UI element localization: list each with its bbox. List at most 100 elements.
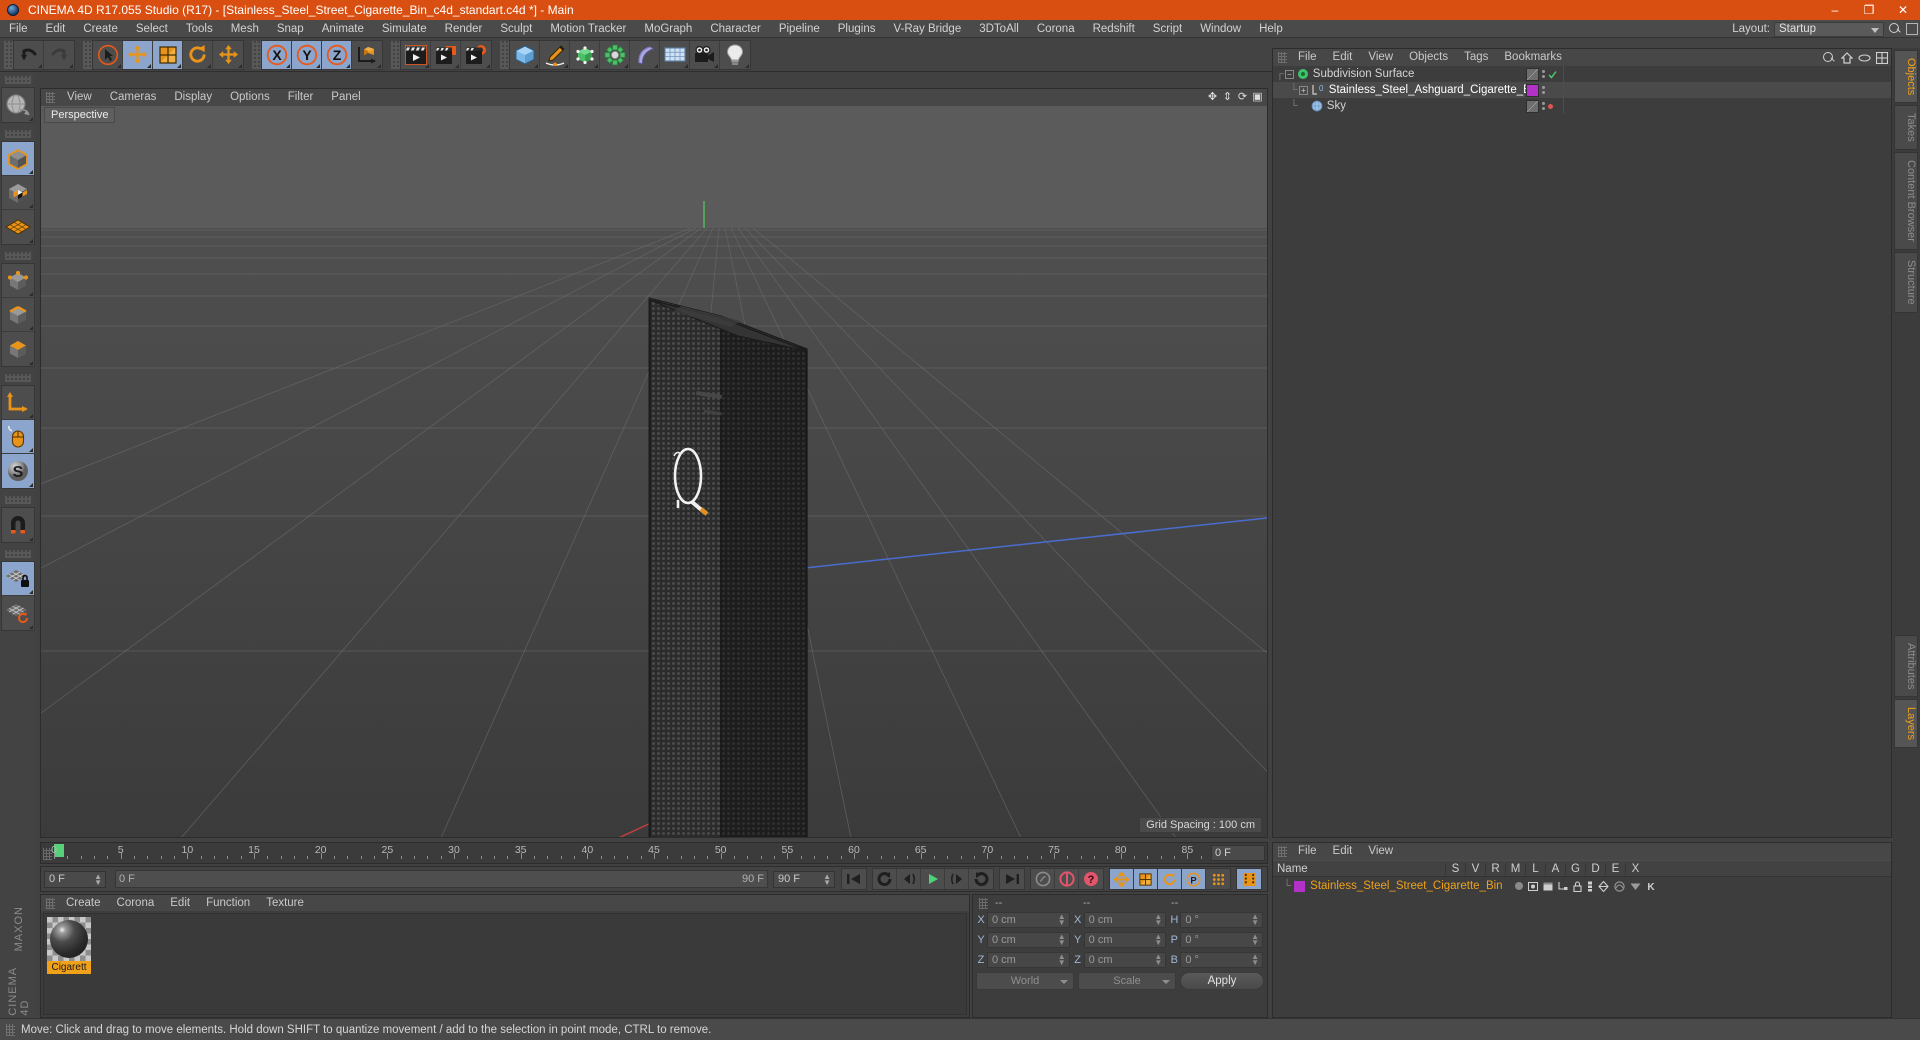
mm-menu-texture[interactable]: Texture [258,895,312,911]
menu-corona[interactable]: Corona [1028,20,1084,38]
spinner-icon-2[interactable]: ▲ ▼ [823,872,831,886]
viewport-menu-display[interactable]: Display [165,89,221,106]
render-settings-button[interactable] [461,41,491,69]
am-menu-file[interactable]: File [1290,843,1325,860]
axis-y-button[interactable]: Y [292,40,322,69]
redo-button[interactable] [44,41,74,69]
record-active-objects-button[interactable] [1031,869,1055,889]
leftbar-grip-icon-5[interactable] [5,550,31,558]
toolbar-grip-icon[interactable] [83,40,92,69]
live-selection-button[interactable] [93,40,123,69]
apply-button[interactable]: Apply [1180,972,1264,990]
object-tag-icon[interactable] [1526,67,1539,81]
viewport-menu-filter[interactable]: Filter [279,89,323,106]
coordinate-space-dropdown[interactable]: World [976,972,1074,990]
rotate-tool-button[interactable] [183,40,213,69]
move-alt-button[interactable] [213,41,243,69]
menu-pipeline[interactable]: Pipeline [770,20,829,38]
render-icon[interactable] [1543,882,1553,891]
world-coordinate-button[interactable] [352,41,382,69]
step-forward-button[interactable] [945,869,969,889]
rotation-b-field[interactable]: 0 ° ▲ ▼ [1180,952,1264,968]
time-scrub-bar[interactable]: 0 F 90 F [115,870,768,888]
scale-key-button[interactable] [1134,869,1158,889]
am-menu-view[interactable]: View [1360,843,1401,860]
maximize-view-icon[interactable]: ▣ [1252,91,1263,103]
object-row[interactable]: └ +0 Stainless_Steel_Ashguard_Cigarette_Bi… [1273,82,1891,98]
spinner-icon[interactable]: ▲ ▼ [1154,933,1162,947]
menu-character[interactable]: Character [701,20,770,38]
leftbar-grip-icon-0[interactable] [5,76,31,84]
position-x-field[interactable]: 0 cm ▲ ▼ [987,912,1070,928]
toolbar-grip-icon[interactable] [252,40,261,69]
menu-window[interactable]: Window [1191,20,1250,38]
side-tab-layers[interactable]: Layers [1894,699,1918,749]
menu-script[interactable]: Script [1144,20,1191,38]
material-thumbnail[interactable] [47,917,91,961]
material-tag-icon[interactable] [1526,83,1539,97]
menu-redshift[interactable]: Redshift [1084,20,1144,38]
next-key-button[interactable] [969,869,993,889]
size-z-field[interactable]: 0 cm ▲ ▼ [1083,952,1167,968]
expression-icon[interactable] [1630,882,1641,891]
status-bar-grip-icon[interactable] [6,1023,15,1036]
side-tab-takes[interactable]: Takes [1894,105,1918,151]
model-mode-button[interactable] [2,142,34,176]
viewport-menu-options[interactable]: Options [221,89,279,106]
layer-column-d[interactable]: D [1585,862,1605,875]
layer-column-name[interactable]: Name [1273,863,1445,875]
object-row[interactable]: ┌ − Subdivision Surface [1273,66,1891,82]
size-y-field[interactable]: 0 cm ▲ ▼ [1083,932,1167,948]
spinner-icon[interactable]: ▲ ▼ [1154,913,1162,927]
layer-column-a[interactable]: A [1545,862,1565,875]
viewport-grip-icon[interactable] [46,92,55,103]
size-x-field[interactable]: 0 cm ▲ ▼ [1083,912,1167,928]
lock-workplane-button[interactable] [2,562,34,596]
om-search-icon[interactable] [1822,51,1836,65]
lock-icon[interactable] [1573,880,1582,892]
tag-dots-icon[interactable] [1542,86,1545,94]
enable-snap-button[interactable] [2,508,34,542]
menu-v-ray-bridge[interactable]: V-Ray Bridge [884,20,970,38]
mm-menu-function[interactable]: Function [198,895,258,911]
mograph-button[interactable] [600,40,630,69]
previous-key-button[interactable] [873,869,897,889]
tree-expander[interactable]: + [1298,85,1308,95]
layer-column-r[interactable]: R [1485,862,1505,875]
move-tool-button[interactable] [123,40,153,69]
spinner-icon[interactable]: ▲ ▼ [94,872,102,886]
light-button[interactable] [720,41,750,69]
layer-manager-grip-icon[interactable] [1278,846,1287,857]
deformer-icon[interactable] [1613,880,1625,892]
maximize-button[interactable]: ❐ [1852,0,1886,20]
rotation-p-field[interactable]: 0 ° ▲ ▼ [1180,932,1264,948]
om-eye-icon[interactable] [1858,53,1871,63]
close-button[interactable]: ✕ [1886,0,1920,20]
generator-button[interactable] [570,40,600,69]
record-button[interactable]: ? [1079,869,1103,889]
position-key-button[interactable] [1110,869,1134,889]
axis-z-button[interactable]: Z [322,40,352,69]
animation-icon[interactable] [1587,881,1593,892]
environment-button[interactable] [660,40,690,69]
edges-mode-button[interactable] [2,298,34,332]
points-mode-button[interactable] [2,264,34,298]
material-item[interactable]: Cigarett [47,917,91,975]
cube-primitive-button[interactable] [510,40,540,69]
planar-workplane-button[interactable] [2,596,34,630]
point-level-animation-button[interactable] [1206,869,1230,889]
menu-create[interactable]: Create [74,20,127,38]
layer-column-s[interactable]: S [1445,862,1465,875]
leftbar-grip-icon-3[interactable] [5,374,31,382]
play-button[interactable] [921,869,945,889]
tag-dots-icon[interactable] [1542,102,1545,110]
coordinates-grip-icon[interactable] [979,897,988,909]
search-icon[interactable] [1888,22,1902,36]
visible-icon[interactable] [1527,881,1538,891]
layer-column-m[interactable]: M [1505,862,1525,875]
layer-column-e[interactable]: E [1605,862,1625,875]
polygons-mode-button[interactable] [2,332,34,366]
om-menu-view[interactable]: View [1360,49,1401,66]
menu-sculpt[interactable]: Sculpt [491,20,541,38]
step-back-button[interactable] [897,869,921,889]
